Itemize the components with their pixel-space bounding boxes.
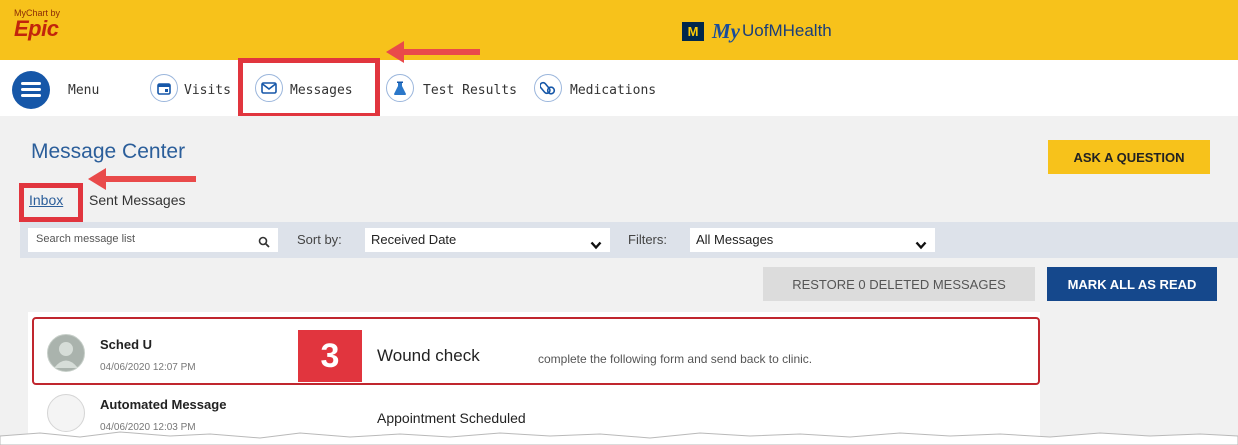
brand-name-text: UofMHealth [742,21,832,40]
nav-item-medications[interactable]: Medications [570,83,656,98]
message-date: 04/06/2020 12:07 PM [100,362,196,373]
chevron-down-icon [915,235,927,254]
nav-item-visits[interactable]: Visits [184,83,231,98]
chevron-down-icon [590,235,602,254]
message-preview: complete the following form and send bac… [538,352,813,366]
search-input[interactable]: Search message list [28,228,278,252]
inbox-arrow-shaft [104,176,196,182]
epic-logo-text: Epic [14,16,59,41]
sort-select[interactable]: Received Date [365,228,610,252]
filters-label: Filters: [628,232,667,247]
block-m-icon: M [682,21,704,41]
message-subject[interactable]: Wound check [377,346,480,366]
tab-sent-messages[interactable]: Sent Messages [89,192,186,208]
filter-select[interactable]: All Messages [690,228,935,252]
menu-hamburger-icon[interactable] [12,71,50,109]
menu-label[interactable]: Menu [68,83,99,98]
search-icon[interactable] [258,233,270,252]
filter-select-value: All Messages [696,232,774,247]
avatar [47,394,85,432]
nav-item-test-results[interactable]: Test Results [423,83,517,98]
avatar [47,334,85,372]
torn-edge-decoration [0,431,1238,445]
step-number: 3 [320,336,340,375]
restore-deleted-messages-button[interactable]: RESTORE 0 DELETED MESSAGES [763,267,1035,301]
mychart-epic-logo: MyChart by Epic [14,8,84,40]
messages-highlight-box [238,58,380,118]
ask-question-button[interactable]: ASK A QUESTION [1048,140,1210,174]
uofm-health-logo: M My UofMHealth [682,17,832,45]
top-brand-bar [0,0,1238,60]
brand-my-text: My [712,18,740,43]
inbox-highlight-box [19,183,83,222]
pills-icon[interactable] [534,74,562,102]
flask-icon[interactable] [386,74,414,102]
message-row-highlighted[interactable] [32,317,1040,385]
mark-all-as-read-button[interactable]: MARK ALL AS READ [1047,267,1217,301]
messages-arrow-head-icon [386,41,404,63]
page-title: Message Center [31,140,186,163]
sort-by-label: Sort by: [297,232,342,247]
calendar-icon[interactable] [150,74,178,102]
message-sender: Automated Message [100,397,227,412]
message-sender: Sched U [100,337,153,352]
message-subject[interactable]: Appointment Scheduled [377,410,526,426]
sort-select-value: Received Date [371,232,457,247]
messages-arrow-shaft [402,49,480,55]
inbox-arrow-head-icon [88,168,106,190]
search-placeholder: Search message list [36,233,136,245]
